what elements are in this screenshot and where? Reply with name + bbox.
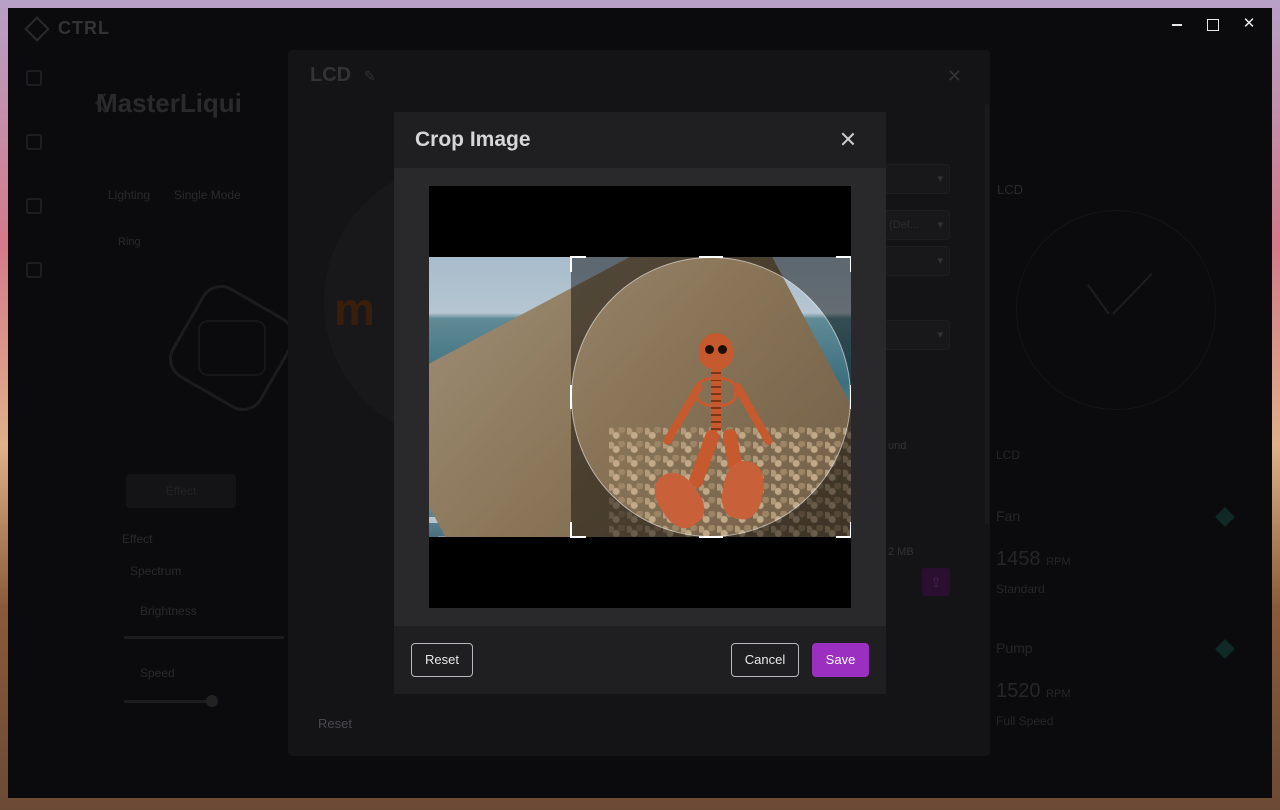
right-lcd-label: LCD	[996, 448, 1021, 462]
app-logo: CTRL	[24, 16, 148, 48]
pump-label: Pump	[996, 640, 1033, 656]
speed-label: Speed	[140, 666, 175, 680]
crop-handle-bottom[interactable]	[699, 536, 723, 538]
brightness-slider[interactable]	[124, 636, 284, 639]
fan-mode[interactable]: Standard	[996, 582, 1045, 596]
save-button[interactable]: Save	[812, 643, 869, 677]
crop-handle-bottom-left[interactable]	[570, 522, 586, 538]
effect-label: Effect	[122, 532, 153, 546]
cancel-button[interactable]: Cancel	[731, 643, 799, 677]
logo-icon	[24, 16, 50, 42]
crop-selection[interactable]	[570, 256, 851, 538]
crop-handle-bottom-right[interactable]	[836, 522, 851, 538]
crop-image-dialog: Crop Image Reset Cancel Save	[394, 112, 886, 694]
pump-mode[interactable]: Full Speed	[996, 714, 1053, 728]
hex-inner-icon	[198, 320, 266, 376]
crop-handle-top-left[interactable]	[570, 256, 586, 272]
pencil-icon[interactable]: ✎	[364, 68, 378, 84]
lcd-select[interactable]	[884, 164, 950, 194]
tab-lighting[interactable]: Lighting	[108, 188, 150, 202]
device-icon[interactable]	[26, 198, 42, 214]
close-window-button[interactable]: ✕	[1240, 14, 1258, 34]
pump-value: 1520 RPM	[996, 680, 1071, 702]
device-tabs: Lighting Single Mode	[108, 188, 241, 202]
settings-icon[interactable]	[26, 262, 42, 278]
close-icon[interactable]	[838, 129, 858, 149]
speed-slider-knob[interactable]	[206, 695, 218, 707]
lcd-preview-text: m	[334, 283, 375, 335]
crop-handle-top-right[interactable]	[836, 256, 851, 272]
fan-label: Fan	[996, 508, 1021, 524]
speed-slider[interactable]	[124, 700, 214, 703]
effect-button[interactable]: Effect	[126, 474, 236, 508]
effect-value[interactable]: Spectrum	[130, 564, 181, 578]
device-title: MasterLiqui	[96, 88, 242, 118]
crop-canvas[interactable]	[429, 186, 851, 608]
home-icon[interactable]	[26, 134, 42, 150]
file-size-hint: 2 MB	[888, 546, 914, 558]
upload-icon[interactable]: ⇪	[922, 568, 950, 596]
menu-icon[interactable]	[26, 70, 42, 86]
background-label: und	[888, 440, 907, 452]
right-lcd-title: LCD	[997, 182, 1024, 197]
crop-dialog-header: Crop Image	[394, 112, 886, 168]
lcd-close-icon[interactable]: ✕	[947, 66, 962, 87]
crop-circle-guide	[571, 257, 851, 537]
crop-handle-top[interactable]	[699, 256, 723, 258]
crop-dialog-title: Crop Image	[415, 128, 531, 151]
crop-reset-button[interactable]: Reset	[411, 643, 473, 677]
lcd-panel-title: LCD	[310, 64, 352, 86]
side-rail	[14, 70, 54, 770]
tab-single-mode[interactable]: Single Mode	[174, 188, 241, 202]
crop-handle-left[interactable]	[570, 385, 572, 409]
crop-dialog-body	[394, 168, 886, 626]
ring-label: Ring	[118, 236, 141, 248]
window-controls: ✕	[1168, 14, 1258, 34]
lcd-select[interactable]	[884, 320, 950, 350]
crop-dialog-footer: Reset Cancel Save	[394, 626, 886, 694]
minimize-button[interactable]	[1168, 14, 1186, 34]
lcd-select[interactable]	[884, 246, 950, 276]
lcd-select[interactable]: (Def...	[884, 210, 950, 240]
lcd-reset-button[interactable]: Reset	[318, 716, 352, 731]
crop-handle-right[interactable]	[850, 385, 851, 409]
lcd-scrollbar[interactable]	[985, 104, 989, 524]
fan-value: 1458 RPM	[996, 548, 1071, 570]
maximize-button[interactable]	[1204, 14, 1222, 34]
brightness-label: Brightness	[140, 604, 197, 618]
